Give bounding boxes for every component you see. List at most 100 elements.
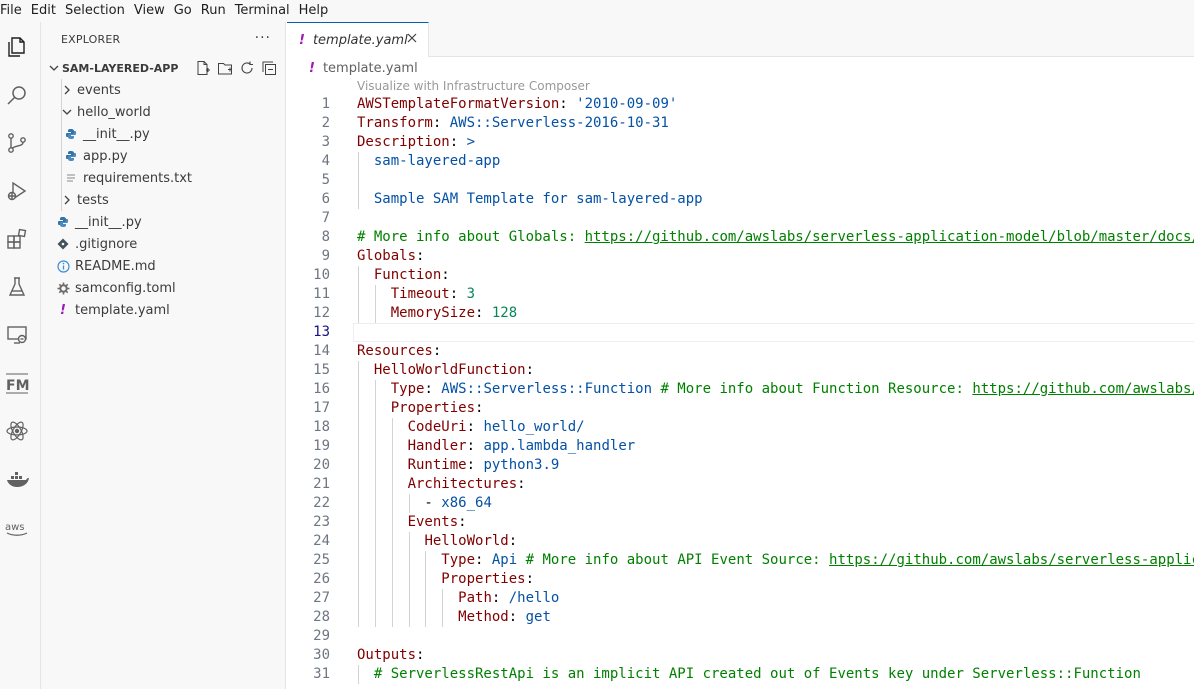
menu-selection[interactable]: Selection [61, 0, 130, 22]
aws-icon[interactable]: aws [4, 514, 30, 540]
tree-item-events[interactable]: events [41, 79, 285, 101]
codelens-visualize[interactable]: Visualize with Infrastructure Composer [357, 79, 590, 93]
code-token: : [432, 343, 442, 359]
code-text: Sample SAM Template for sam-layered-app [357, 190, 703, 209]
project-folder[interactable]: SAM-LAYERED-APP [41, 57, 285, 79]
tree-item-hello-world[interactable]: hello_world [41, 101, 285, 123]
menu-view[interactable]: View [130, 0, 170, 22]
text-file-icon [63, 172, 79, 184]
code-token: Timeout [390, 286, 450, 302]
code-line[interactable]: 19 Handler: app.lambda_handler [287, 437, 1194, 456]
close-icon[interactable] [406, 32, 418, 48]
code-token: HelloWorldFunction [373, 362, 526, 378]
code-line[interactable]: 7 [287, 209, 1194, 228]
code-line[interactable]: 26 Properties: [287, 570, 1194, 589]
menu-go[interactable]: Go [170, 0, 197, 22]
extensions-icon[interactable] [4, 226, 30, 252]
code-line[interactable]: 16 Type: AWS::Serverless::Function # Mor… [287, 380, 1194, 399]
tree-item-app-py[interactable]: app.py [41, 145, 285, 167]
new-folder-icon[interactable] [217, 60, 233, 76]
line-number: 20 [313, 457, 330, 473]
collapse-all-icon[interactable] [261, 60, 277, 76]
menu-file[interactable]: File [0, 0, 27, 22]
code-text: Architectures: [357, 475, 526, 494]
docker-icon[interactable] [4, 466, 30, 492]
code-line[interactable]: 25 Type: Api # More info about API Event… [287, 551, 1194, 570]
new-file-icon[interactable] [195, 60, 211, 76]
code-line[interactable]: 20 Runtime: python3.9 [287, 456, 1194, 475]
tree-item-tests[interactable]: tests [41, 189, 285, 211]
tree-item-gitignore[interactable]: .gitignore [41, 233, 285, 255]
code-line[interactable]: 13 [287, 323, 1194, 342]
code-token: '2010-09-09' [576, 96, 678, 112]
code-token: Type [390, 381, 425, 397]
remote-explorer-icon[interactable] [4, 322, 30, 348]
code-line[interactable]: 22 - x86_64 [287, 494, 1194, 513]
menu-edit[interactable]: Edit [27, 0, 61, 22]
react-icon[interactable] [4, 418, 30, 444]
code-text: Type: AWS::Serverless::Function # More i… [357, 380, 1194, 399]
tree-item-hello-init-py[interactable]: __init__.py [41, 123, 285, 145]
code-line[interactable]: 21 Architectures: [287, 475, 1194, 494]
code-line[interactable]: 9 Globals: [287, 247, 1194, 266]
tree-item-label: events [77, 82, 121, 98]
code-line[interactable]: 5 [287, 171, 1194, 190]
run-debug-icon[interactable] [4, 178, 30, 204]
line-number: 27 [313, 590, 330, 606]
code-line[interactable]: 24 HelloWorld: [287, 532, 1194, 551]
code-line[interactable]: 18 CodeUri: hello_world/ [287, 418, 1194, 437]
file-tree: events hello_world __init__.py app.py re… [41, 79, 285, 321]
menu-run[interactable]: Run [197, 0, 231, 22]
source-control-icon[interactable] [4, 130, 30, 156]
tree-item-label: samconfig.toml [75, 280, 176, 296]
breadcrumb-file[interactable]: template.yaml [323, 61, 418, 76]
code-line[interactable]: 28 Method: get [287, 608, 1194, 627]
code-line[interactable]: 2 Transform: AWS::Serverless-2016-10-31 [287, 114, 1194, 133]
line-number: 2 [321, 115, 330, 131]
breadcrumb[interactable]: ! template.yaml [287, 57, 1194, 79]
code-token: Transform [357, 115, 433, 131]
tree-item-samconfig[interactable]: samconfig.toml [41, 277, 285, 299]
code-editor[interactable]: 1 AWSTemplateFormatVersion: '2010-09-09' 2… [287, 95, 1194, 684]
code-text: Handler: app.lambda_handler [357, 437, 636, 456]
menu-help[interactable]: Help [295, 0, 334, 22]
fm-icon[interactable]: FM [4, 370, 30, 396]
search-icon[interactable] [4, 82, 30, 108]
refresh-icon[interactable] [239, 60, 255, 76]
code-line[interactable]: 31 # ServerlessRestApi is an implicit AP… [287, 665, 1194, 684]
tab-template-yaml[interactable]: ! template.yaml [287, 22, 429, 57]
line-number: 28 [313, 609, 330, 625]
tree-item-readme[interactable]: README.md [41, 255, 285, 277]
tree-item-template-yaml[interactable]: ! template.yaml [41, 299, 285, 321]
code-line[interactable]: 10 Function: [287, 266, 1194, 285]
code-line[interactable]: 17 Properties: [287, 399, 1194, 418]
tree-item-label: app.py [83, 148, 128, 164]
code-line[interactable]: 30 Outputs: [287, 646, 1194, 665]
code-token: https://github.com/awslabs/ [972, 381, 1194, 397]
explorer-icon[interactable] [4, 34, 30, 60]
code-line[interactable]: 23 Events: [287, 513, 1194, 532]
code-line[interactable]: 6 Sample SAM Template for sam-layered-ap… [287, 190, 1194, 209]
menu-terminal[interactable]: Terminal [231, 0, 295, 22]
code-line[interactable]: 27 Path: /hello [287, 589, 1194, 608]
tree-item-requirements[interactable]: requirements.txt [41, 167, 285, 189]
tree-item-root-init-py[interactable]: __init__.py [41, 211, 285, 233]
code-line[interactable]: 15 HelloWorldFunction: [287, 361, 1194, 380]
tree-item-label: requirements.txt [83, 170, 193, 186]
code-line[interactable]: 12 MemorySize: 128 [287, 304, 1194, 323]
code-line[interactable]: 11 Timeout: 3 [287, 285, 1194, 304]
code-line[interactable]: 4 sam-layered-app [287, 152, 1194, 171]
code-line[interactable]: 8 # More info about Globals: https://gith… [287, 228, 1194, 247]
code-token: # More info about Function Resource: [652, 381, 973, 397]
code-line[interactable]: 1 AWSTemplateFormatVersion: '2010-09-09' [287, 95, 1194, 114]
code-token: : [559, 96, 577, 112]
more-actions-icon[interactable]: ··· [255, 30, 271, 46]
code-line[interactable]: 29 [287, 627, 1194, 646]
code-line[interactable]: 3 Description: > [287, 133, 1194, 152]
testing-icon[interactable] [4, 274, 30, 300]
tree-item-label: __init__.py [75, 214, 142, 230]
code-token: : [508, 609, 526, 625]
code-line[interactable]: 14 Resources: [287, 342, 1194, 361]
code-token: : [475, 552, 492, 568]
